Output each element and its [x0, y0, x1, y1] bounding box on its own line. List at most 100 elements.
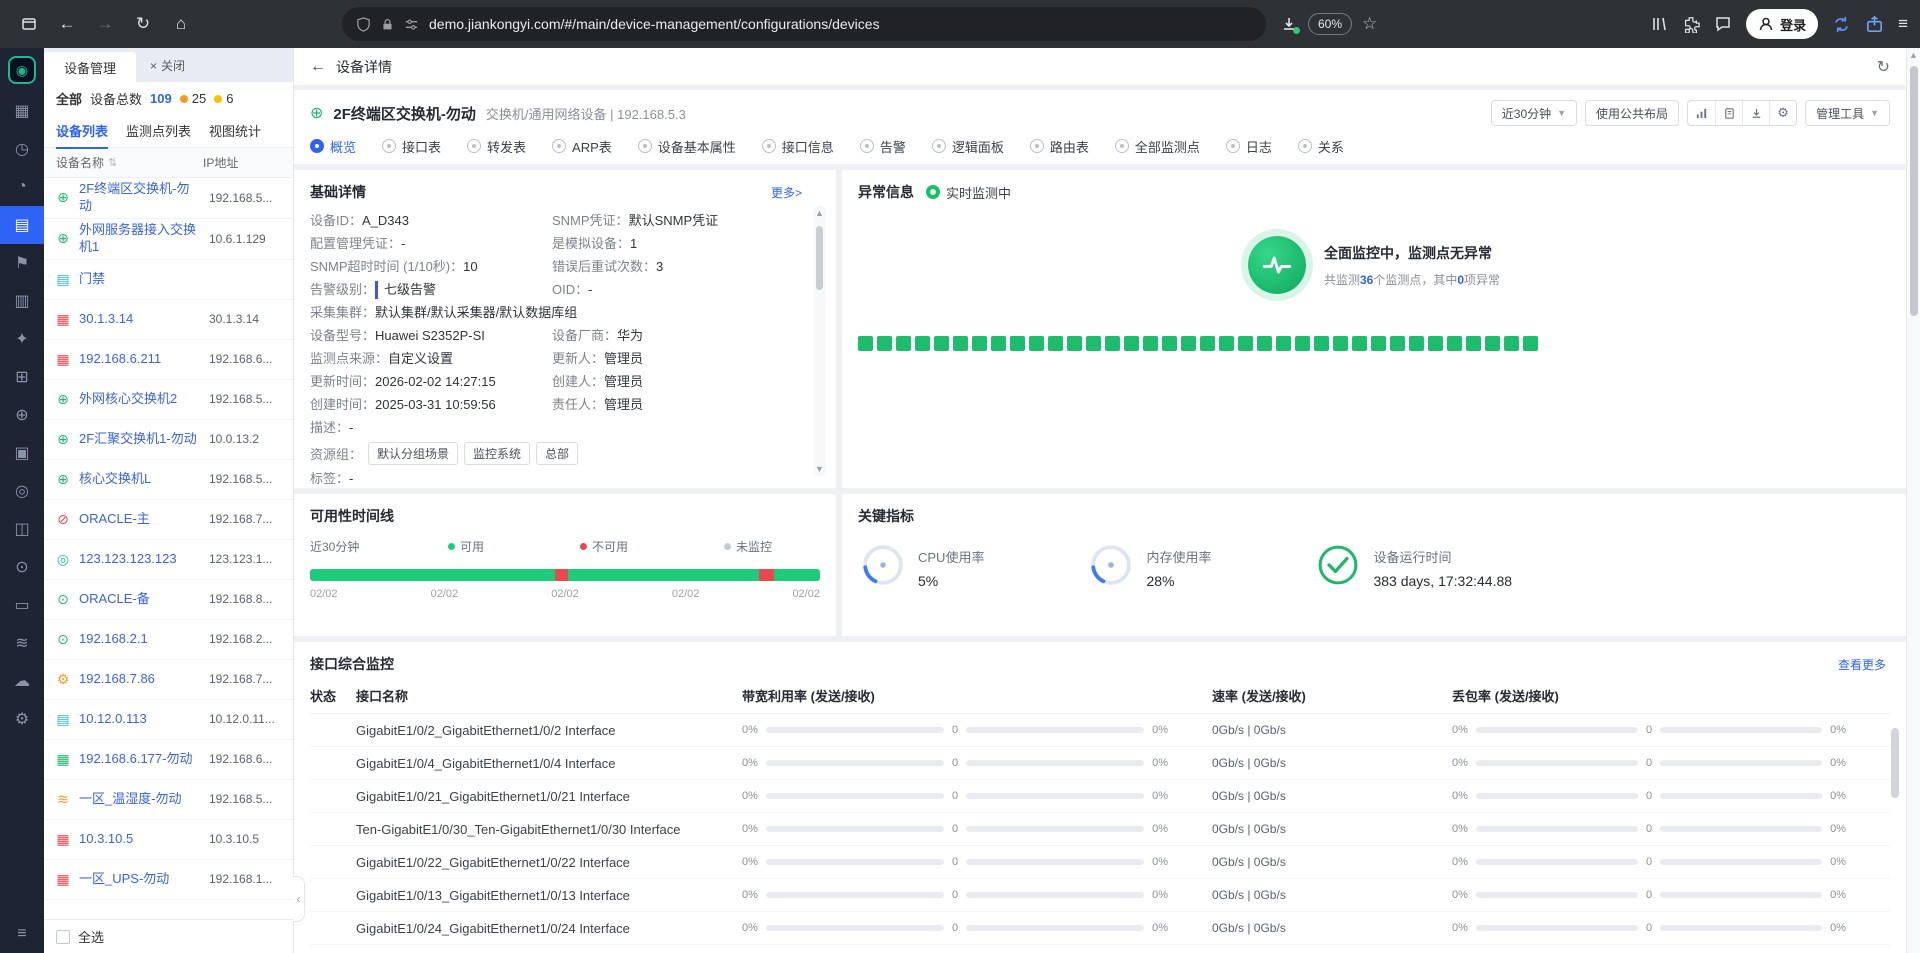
zoom-indicator[interactable]: 60%	[1308, 13, 1353, 35]
device-name-link[interactable]: 10.12.0.113	[79, 711, 202, 728]
device-name-link[interactable]: 192.168.7.86	[79, 671, 202, 688]
chat-icon[interactable]	[1714, 15, 1732, 33]
monitor-point-square[interactable]	[991, 336, 1006, 351]
monitor-point-square[interactable]	[1371, 336, 1386, 351]
select-all-checkbox[interactable]	[56, 929, 70, 944]
monitor-point-square[interactable]	[1352, 336, 1367, 351]
use-public-layout-button[interactable]: 使用公共布局	[1585, 100, 1680, 126]
sidebar-item-history[interactable]: ◷	[0, 130, 44, 168]
chart-icon[interactable]	[1688, 101, 1715, 125]
device-row[interactable]: ⊕ 外网核心交换机2 192.168.5...	[44, 380, 293, 420]
tab-interface-info[interactable]: 接口信息	[761, 137, 834, 156]
extensions-puzzle-icon[interactable]	[1682, 15, 1700, 33]
device-row[interactable]: ▦ 192.168.6.177-勿动 192.168.6...	[44, 740, 293, 780]
back-button[interactable]: ←	[50, 7, 84, 41]
tab-logs[interactable]: 日志	[1225, 137, 1272, 156]
monitor-point-square[interactable]	[1447, 336, 1462, 351]
column-device-name[interactable]: 设备名称 ⇅	[56, 154, 203, 171]
sidebar-item-announce[interactable]: ⚑	[0, 244, 44, 282]
scroll-down-icon[interactable]: ▼	[815, 462, 824, 476]
profile-login-button[interactable]: 登录	[1746, 9, 1819, 39]
sidebar-item-devices[interactable]: ▤	[0, 206, 44, 244]
site-settings-icon[interactable]	[404, 17, 419, 32]
monitor-point-square[interactable]	[1504, 336, 1519, 351]
tab-routing-table[interactable]: 路由表	[1029, 137, 1089, 156]
sidebar-item-targets[interactable]: ◎	[0, 472, 44, 510]
app-logo[interactable]: ◉	[0, 48, 44, 92]
device-row[interactable]: ⊕ 2F汇聚交换机1-勿动 10.0.13.2	[44, 420, 293, 460]
monitor-point-square[interactable]	[1390, 336, 1405, 351]
monitor-point-square[interactable]	[1409, 336, 1424, 351]
device-row[interactable]: ⊙ ORACLE-备 192.168.8...	[44, 580, 293, 620]
basic-scrollbar[interactable]: ▲ ▼	[813, 206, 826, 476]
interface-row[interactable]: GigabitE1/0/2_GigabitEthernet1/0/2 Inter…	[310, 714, 1890, 747]
monitor-point-square[interactable]	[1523, 336, 1538, 351]
settings-icon[interactable]: ⚙	[1769, 101, 1796, 125]
share-extension-icon[interactable]	[1865, 15, 1884, 34]
monitor-point-square[interactable]	[1162, 336, 1177, 351]
monitor-point-square[interactable]	[1485, 336, 1500, 351]
monitor-point-square[interactable]	[1067, 336, 1082, 351]
device-row[interactable]: ▤ 10.12.0.113 10.12.0.11...	[44, 700, 293, 740]
device-name-link[interactable]: 30.1.3.14	[79, 311, 202, 328]
device-row[interactable]: ▦ 30.1.3.14 30.1.3.14	[44, 300, 293, 340]
sidebar-item-alarms[interactable]: ◔	[0, 168, 44, 206]
rail-bottom-menu-icon[interactable]: ≡	[0, 915, 44, 953]
sidebar-item-cloud[interactable]: ☁	[0, 662, 44, 700]
tab-overview-icon[interactable]	[12, 7, 46, 41]
manage-tools-select[interactable]: 管理工具 ▼	[1805, 100, 1890, 126]
device-name-link[interactable]: 10.3.10.5	[79, 831, 202, 848]
view-more-link[interactable]: 查看更多	[1838, 656, 1886, 673]
monitor-point-square[interactable]	[1333, 336, 1348, 351]
interface-row[interactable]: GigabitE1/0/13_GigabitEthernet1/0/13 Int…	[310, 879, 1890, 912]
column-ip[interactable]: IP地址	[203, 154, 281, 171]
reload-button[interactable]: ↻	[126, 7, 160, 41]
sync-extension-icon[interactable]	[1832, 15, 1851, 34]
monitor-point-square[interactable]	[1048, 336, 1063, 351]
resource-tag[interactable]: 总部	[536, 442, 579, 465]
monitor-point-square[interactable]	[1124, 336, 1139, 351]
monitor-point-square[interactable]	[953, 336, 968, 351]
device-row[interactable]: ▦ 192.168.6.211 192.168.6...	[44, 340, 293, 380]
tab-device-management[interactable]: 设备管理	[44, 52, 137, 82]
monitor-point-square[interactable]	[915, 336, 930, 351]
device-row[interactable]: ▦ 一区_UPS-勿动 192.168.1...	[44, 860, 293, 900]
monitor-point-square[interactable]	[1276, 336, 1291, 351]
device-row[interactable]: ⊕ 2F终端区交换机-勿动 192.168.5...	[44, 178, 293, 219]
monitor-point-square[interactable]	[1314, 336, 1329, 351]
tab-device-list[interactable]: 设备列表	[56, 121, 109, 149]
monitor-point-square[interactable]	[1466, 336, 1481, 351]
device-row[interactable]: ⚙ 192.168.7.86 192.168.7...	[44, 660, 293, 700]
device-row[interactable]: ⊕ 核心交换机L 192.168.5...	[44, 460, 293, 500]
device-name-link[interactable]: 外网核心交换机2	[79, 391, 202, 408]
forward-button[interactable]: →	[88, 7, 122, 41]
scrollbar-thumb[interactable]	[816, 226, 823, 290]
interface-scrollbar-thumb[interactable]	[1891, 728, 1899, 798]
resource-tag[interactable]: 监控系统	[464, 442, 531, 465]
device-name-link[interactable]: 2F终端区交换机-勿动	[79, 181, 202, 215]
sidebar-item-topology[interactable]: ⊞	[0, 358, 44, 396]
device-name-link[interactable]: 核心交换机L	[79, 471, 202, 488]
interface-row[interactable]: GigabitE1/0/4_GigabitEthernet1/0/4 Inter…	[310, 747, 1890, 780]
device-name-link[interactable]: 一区_UPS-勿动	[79, 871, 202, 888]
availability-timeline[interactable]	[310, 569, 820, 581]
device-row[interactable]: ▦ 10.3.10.5 10.3.10.5	[44, 820, 293, 860]
page-scrollbar-thumb[interactable]	[1910, 66, 1918, 316]
back-arrow-icon[interactable]: ←	[310, 58, 326, 76]
monitor-point-square[interactable]	[1428, 336, 1443, 351]
sidebar-item-nodes[interactable]: ⊙	[0, 548, 44, 586]
refresh-icon[interactable]: ↻	[1877, 57, 1890, 77]
device-name-link[interactable]: ORACLE-主	[79, 511, 202, 528]
close-all-tabs-button[interactable]: × 关闭	[150, 57, 185, 82]
device-name-link[interactable]: 外网服务器接入交换机1	[79, 222, 202, 256]
bookmark-star-icon[interactable]: ☆	[1362, 14, 1377, 34]
reading-list-icon[interactable]	[1650, 15, 1668, 33]
monitor-point-square[interactable]	[1010, 336, 1025, 351]
device-name-link[interactable]: 192.168.6.211	[79, 351, 202, 368]
device-name-link[interactable]: 192.168.6.177-勿动	[79, 751, 202, 768]
sidebar-item-display[interactable]: ◫	[0, 510, 44, 548]
sidebar-item-monitor[interactable]: ≋	[0, 624, 44, 662]
interface-row[interactable]: GigabitE1/0/21_GigabitEthernet1/0/21 Int…	[310, 780, 1890, 813]
device-row[interactable]: ⊙ 192.168.2.1 192.168.2...	[44, 620, 293, 660]
resource-tag[interactable]: 默认分组场景	[368, 442, 459, 465]
